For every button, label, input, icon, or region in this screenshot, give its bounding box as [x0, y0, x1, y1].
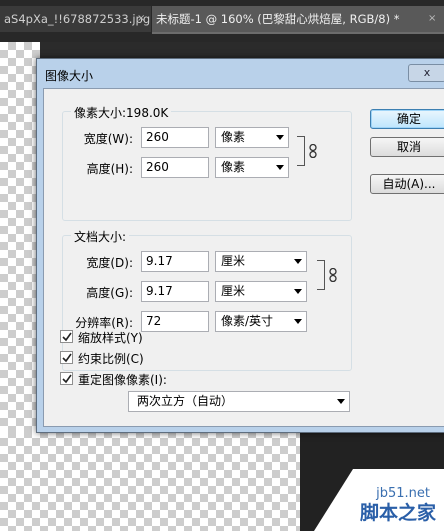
resolution-unit-select[interactable]: 像素/英寸: [215, 311, 307, 332]
active-tab-indicator: [152, 32, 444, 34]
watermark-name: 脚本之家: [359, 502, 436, 524]
doc-height-unit: 厘米: [221, 284, 246, 298]
resample-method-value: 两次立方（自动）: [137, 394, 234, 408]
resolution-unit: 像素/英寸: [221, 314, 274, 328]
chain-link-icon: [309, 144, 317, 158]
checkbox-box[interactable]: [60, 351, 73, 364]
dialog-title: 图像大小: [45, 69, 94, 83]
pixel-width-unit-select[interactable]: 像素: [215, 127, 289, 148]
chain-link-icon: [329, 268, 337, 282]
pixel-height-input[interactable]: 260: [141, 157, 209, 178]
tab-label: aS4pXa_!!678872533.jpg: [4, 12, 151, 26]
doc-width-unit: 厘米: [221, 254, 246, 268]
check-icon: [62, 332, 72, 342]
pixel-width-input[interactable]: 260: [141, 127, 209, 148]
doc-height-unit-select[interactable]: 厘米: [215, 281, 307, 302]
checkbox-box[interactable]: [60, 330, 73, 343]
pixel-height-unit: 像素: [221, 160, 246, 174]
tab-untitled-1[interactable]: 未标题-1 @ 160% (巴黎甜心烘焙屋, RGB/8) * ×: [152, 6, 444, 32]
checkbox-box[interactable]: [60, 372, 73, 385]
image-size-dialog: 图像大小 x 像素大小:198.0K 宽度(W): 260 像素 高度(H): …: [36, 58, 444, 433]
dropdown-arrow-icon: [276, 135, 284, 140]
check-icon: [62, 374, 72, 384]
pixel-width-label: 宽度(W):: [83, 132, 133, 146]
document-tab-bar: aS4pXa_!!678872533.jpg × 未标题-1 @ 160% (巴…: [0, 0, 444, 42]
tab-image-jpg[interactable]: aS4pXa_!!678872533.jpg ×: [0, 6, 151, 32]
doc-height-label: 高度(G):: [86, 286, 133, 300]
dropdown-arrow-icon: [294, 289, 302, 294]
scale-styles-label: 缩放样式(Y): [78, 331, 143, 345]
doc-width-unit-select[interactable]: 厘米: [215, 251, 307, 272]
doc-width-input[interactable]: 9.17: [141, 251, 209, 272]
document-size-title: 文档大小:: [71, 228, 130, 245]
tab-close-icon[interactable]: ×: [137, 6, 145, 32]
dropdown-arrow-icon: [337, 399, 345, 404]
pixel-dimensions-title: 像素大小:198.0K: [71, 104, 172, 121]
resample-method-select[interactable]: 两次立方（自动）: [128, 391, 350, 412]
tab-close-icon[interactable]: ×: [428, 6, 436, 32]
dialog-body: 像素大小:198.0K 宽度(W): 260 像素 高度(H): 260 像素 …: [43, 88, 444, 427]
doc-width-label: 宽度(D):: [86, 256, 133, 270]
resolution-input[interactable]: 72: [141, 311, 209, 332]
close-button[interactable]: x: [408, 64, 444, 82]
dropdown-arrow-icon: [276, 165, 284, 170]
workspace-background: jb51.net 脚本之家: [300, 430, 444, 531]
constrain-bracket: [297, 136, 305, 166]
check-icon: [62, 353, 72, 363]
dropdown-arrow-icon: [294, 319, 302, 324]
pixel-dimensions-group: 像素大小:198.0K 宽度(W): 260 像素 高度(H): 260 像素: [62, 104, 352, 221]
tab-label: 未标题-1 @ 160% (巴黎甜心烘焙屋, RGB/8) *: [156, 12, 400, 26]
constrain-proportions-label: 约束比例(C): [78, 352, 144, 366]
ok-button[interactable]: 确定: [370, 109, 444, 129]
auto-button[interactable]: 自动(A)...: [370, 174, 444, 194]
cancel-button[interactable]: 取消: [370, 137, 444, 157]
resample-image-label: 重定图像像素(I):: [78, 373, 167, 387]
canvas-transparent-area: [0, 430, 300, 531]
doc-height-input[interactable]: 9.17: [141, 281, 209, 302]
dropdown-arrow-icon: [294, 259, 302, 264]
pixel-width-unit: 像素: [221, 130, 246, 144]
pixel-height-unit-select[interactable]: 像素: [215, 157, 289, 178]
pixel-height-label: 高度(H):: [86, 162, 133, 176]
constrain-bracket: [317, 260, 325, 290]
